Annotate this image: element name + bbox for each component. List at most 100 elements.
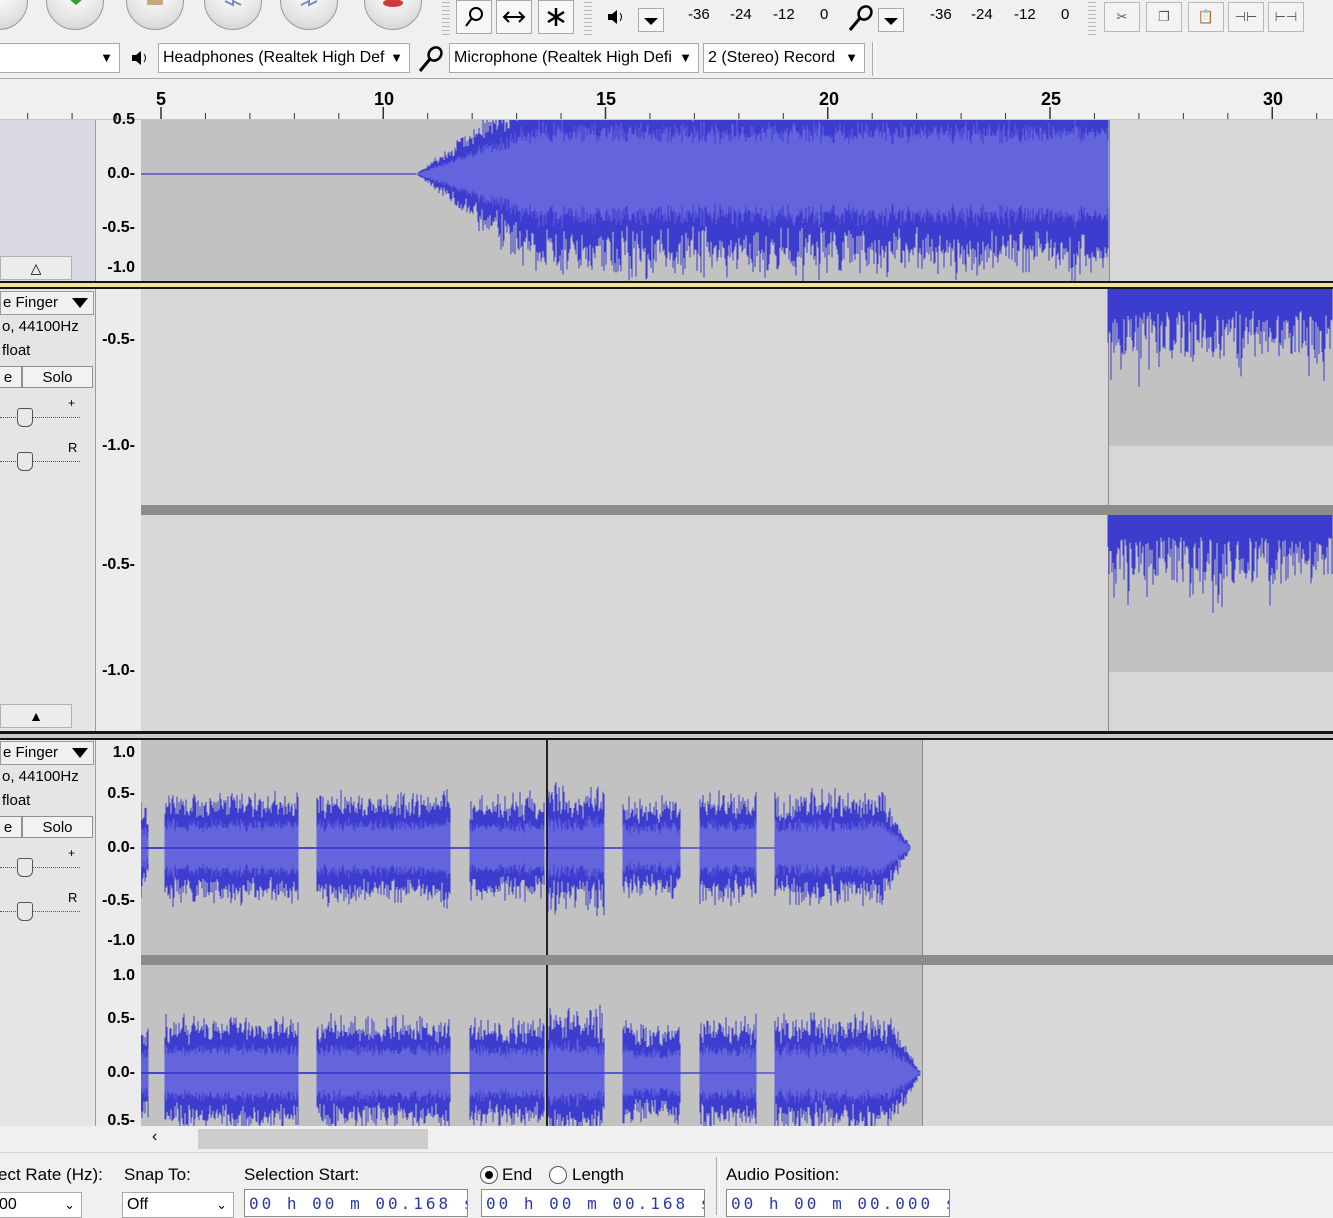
track2-collapse-button[interactable]: ▲	[0, 704, 72, 728]
vruler-label: 1.0	[112, 967, 135, 984]
slider-knob[interactable]	[17, 902, 33, 921]
project-rate-select[interactable]: 00 ⌄	[0, 1192, 82, 1218]
toolbar-grip[interactable]	[442, 2, 450, 36]
toolbar-grip[interactable]	[1088, 2, 1096, 36]
vruler-label: -1.0-	[102, 662, 135, 679]
track3-mute-button[interactable]: e	[0, 816, 22, 838]
chevron-down-icon: ▼	[677, 44, 692, 72]
pan-right-label: R	[68, 890, 78, 905]
ruler-tick-label: 30	[1262, 89, 1284, 109]
track2-left-channel[interactable]	[141, 289, 1333, 505]
track3-pan-slider[interactable]	[0, 902, 80, 921]
zoom-tool-button[interactable]	[456, 0, 492, 34]
collapse-arrow-icon: △	[30, 260, 42, 276]
recording-device-value: Microphone (Realtek High Defi	[454, 49, 672, 66]
record-meter-dropdown[interactable]	[878, 8, 904, 32]
pause-button[interactable]	[0, 0, 28, 30]
selection-start-label: Selection Start:	[244, 1165, 360, 1184]
recording-device-select[interactable]: Microphone (Realtek High Defi ▼	[449, 43, 699, 73]
ruler-tick-label: 20	[818, 89, 840, 109]
snap-to-select[interactable]: Off ⌄	[122, 1192, 234, 1218]
multi-tool-button[interactable]	[538, 0, 574, 34]
track1-vertical-ruler: 0.5 0.0- -0.5- -1.0	[96, 111, 141, 281]
length-radio[interactable]	[549, 1166, 567, 1184]
device-toolbar: ▼ Headphones (Realtek High Def ▼ Microph…	[0, 40, 1333, 79]
track3-solo-button[interactable]: Solo	[22, 816, 93, 838]
record-meter-label: 0	[1061, 6, 1070, 23]
timeline-ruler[interactable]: 5 10 15 20 25 30	[0, 79, 1333, 120]
track1-wave-area[interactable]	[141, 120, 1333, 281]
audio-host-select[interactable]: ▼	[0, 43, 120, 73]
paste-button[interactable]: 📋	[1188, 2, 1224, 32]
slider-knob[interactable]	[17, 408, 33, 427]
track3-gain-slider[interactable]	[0, 858, 80, 877]
track3-right-channel[interactable]	[141, 965, 1333, 1126]
end-radio-label[interactable]: End	[502, 1165, 532, 1185]
playback-device-select[interactable]: Headphones (Realtek High Def ▼	[158, 43, 410, 73]
snap-to-label: Snap To:	[124, 1165, 191, 1184]
skip-start-button[interactable]	[204, 0, 262, 30]
ruler-tick-label: 15	[595, 89, 617, 109]
track1-collapse-button[interactable]: △	[0, 256, 72, 280]
playback-device-value: Headphones (Realtek High Def	[163, 49, 385, 66]
microphone-icon	[416, 44, 446, 79]
track2-pan-slider[interactable]	[0, 452, 80, 471]
vruler-label: 0.5	[112, 111, 135, 128]
track1-waveform	[141, 120, 1109, 281]
paste-icon: 📋	[1197, 9, 1215, 24]
snap-to-value: Off	[127, 1196, 149, 1213]
vruler-label: 0.0-	[107, 165, 135, 182]
chevron-down-icon: ▼	[100, 50, 113, 65]
copy-icon: ❐	[1158, 9, 1170, 24]
scroll-left-arrow-icon[interactable]: ‹	[152, 1128, 157, 1146]
record-meter-label: -24	[971, 6, 993, 23]
slider-knob[interactable]	[17, 452, 33, 471]
vruler-label: -0.5-	[102, 892, 135, 909]
track2-name-menu[interactable]: e Finger	[0, 291, 94, 315]
vruler-label: 1.0	[112, 744, 135, 761]
recording-channels-select[interactable]: 2 (Stereo) Record ▼	[703, 43, 865, 73]
selection-start-value: 00 h 00 m 00.168 s	[249, 1194, 468, 1213]
ruler-tick-label: 25	[1040, 89, 1062, 109]
ruler-ticks	[27, 107, 1318, 119]
track3-control-panel[interactable]: e Finger o, 44100Hz float e Solo + R	[0, 740, 96, 1126]
edit-cursor	[546, 740, 548, 955]
record-button[interactable]	[364, 0, 422, 30]
slider-knob[interactable]	[17, 858, 33, 877]
chevron-down-icon	[644, 18, 658, 25]
play-button[interactable]	[46, 0, 104, 30]
track3-name-menu[interactable]: e Finger	[0, 741, 94, 765]
track2-gain-slider[interactable]	[0, 408, 80, 427]
vruler-label: -1.0	[107, 259, 135, 276]
playback-meter-label: 0	[820, 6, 829, 23]
track2-solo-button[interactable]: Solo	[22, 366, 93, 388]
trim-audio-icon: ⊣⊢	[1234, 9, 1258, 24]
toolbar-grip[interactable]	[584, 2, 592, 36]
track3-name: e Finger	[3, 744, 59, 761]
silence-button[interactable]: ⊢⊣	[1268, 2, 1304, 32]
speaker-icon	[130, 48, 152, 73]
vruler-label: -0.5-	[102, 331, 135, 348]
length-radio-label[interactable]: Length	[572, 1165, 624, 1185]
scrollbar-thumb[interactable]	[198, 1129, 428, 1149]
track3-vertical-ruler: 1.0 0.5- 0.0- -0.5- -1.0 1.0 0.5- 0.0- 0…	[96, 740, 141, 1129]
copy-button[interactable]: ❐	[1146, 2, 1182, 32]
chevron-down-icon: ⌄	[64, 1197, 75, 1212]
end-radio[interactable]	[480, 1166, 498, 1184]
track1-control-panel[interactable]: △	[0, 120, 96, 281]
track2-right-channel[interactable]	[141, 515, 1333, 731]
toolbar-divider	[872, 42, 876, 76]
track3-left-channel[interactable]	[141, 740, 1333, 955]
skip-end-button[interactable]	[280, 0, 338, 30]
project-rate-label: ect Rate (Hz):	[0, 1165, 103, 1184]
playback-meter-dropdown[interactable]	[638, 8, 664, 32]
track2-mute-button[interactable]: e	[0, 366, 22, 388]
horizontal-scrollbar[interactable]: ‹	[96, 1126, 1333, 1152]
pan-right-label: R	[68, 440, 78, 455]
trim-button[interactable]: ⊣⊢	[1228, 2, 1264, 32]
stop-button[interactable]	[126, 0, 184, 30]
track2-control-panel[interactable]: e Finger o, 44100Hz float e Solo + R ▲	[0, 289, 96, 731]
time-shift-tool-button[interactable]	[496, 0, 532, 34]
time-shift-tool-icon	[502, 11, 526, 23]
cut-button[interactable]: ✂	[1104, 2, 1140, 32]
